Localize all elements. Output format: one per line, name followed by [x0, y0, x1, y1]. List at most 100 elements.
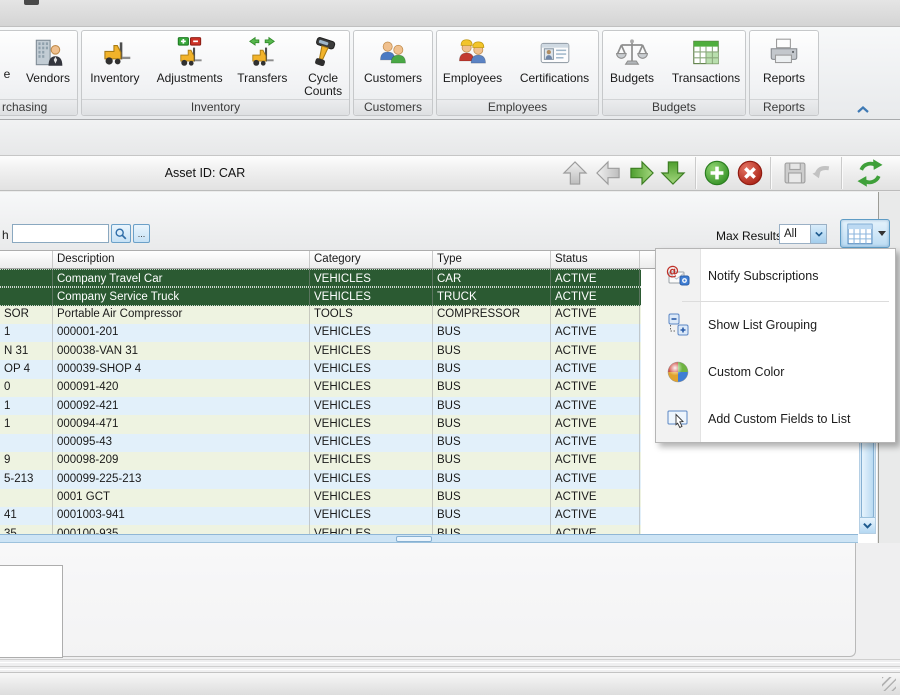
green-spreadsheet-icon — [689, 36, 723, 70]
cell-category: VEHICLES — [310, 360, 433, 378]
cell-type: BUS — [433, 324, 551, 342]
navigate-forward-button[interactable] — [628, 159, 656, 187]
column-header-type[interactable]: Type — [433, 251, 551, 268]
horizontal-scrollbar-thumb[interactable] — [396, 536, 432, 542]
ribbon-button-customers[interactable]: Customers — [358, 34, 428, 85]
window-resize-grip[interactable] — [882, 677, 896, 691]
save-record-button[interactable] — [781, 159, 809, 187]
menu-item-add-custom-fields[interactable]: Add Custom Fields to List — [656, 396, 895, 444]
table-row[interactable]: N 31 000038-VAN 31 VEHICLES BUS ACTIVE — [0, 342, 641, 360]
ribbon-button-adjustments[interactable]: Adjustments — [152, 34, 228, 85]
scroll-down-button[interactable] — [860, 517, 875, 533]
column-header-status[interactable]: Status — [551, 251, 640, 268]
ribbon-button-label: Transfers — [237, 72, 287, 85]
column-header-category[interactable]: Category — [310, 251, 433, 268]
navigate-down-button[interactable] — [659, 159, 687, 187]
cell-assetid — [0, 489, 53, 507]
table-row[interactable]: Company Service Truck VEHICLES TRUCK ACT… — [0, 287, 641, 305]
cell-category: VEHICLES — [310, 270, 433, 286]
save-disk-icon — [781, 159, 809, 187]
navigate-up-button[interactable] — [561, 159, 589, 187]
search-input[interactable] — [12, 224, 109, 243]
table-row[interactable]: 000095-43 VEHICLES BUS ACTIVE — [0, 434, 641, 452]
table-row[interactable]: 0001 GCT VEHICLES BUS ACTIVE — [0, 489, 641, 507]
menu-item-custom-color[interactable]: Custom Color — [656, 348, 895, 396]
table-row[interactable]: 41 0001003-941 VEHICLES BUS ACTIVE — [0, 507, 641, 525]
ribbon-button-transfers[interactable]: Transfers — [231, 34, 293, 85]
cell-description: 0001 GCT — [53, 489, 310, 507]
cell-status: ACTIVE — [551, 306, 640, 324]
ribbon-button-cycle-counts[interactable]: Cycle Counts — [297, 34, 349, 99]
chevron-down-icon — [862, 521, 873, 530]
cell-status: ACTIVE — [551, 470, 640, 488]
add-record-button[interactable] — [703, 159, 731, 187]
ribbon-button-transactions[interactable]: Transactions — [667, 34, 745, 85]
max-results-dropdown[interactable]: All — [779, 224, 827, 244]
grid-table-icon — [847, 223, 873, 245]
cell-assetid: 1 — [0, 397, 53, 415]
table-row[interactable]: SOR Portable Air Compressor TOOLS COMPRE… — [0, 306, 641, 324]
up-arrow-icon — [561, 159, 589, 187]
ribbon: e Vendors rchasing — [0, 27, 900, 120]
table-row[interactable]: 35 000100-935 VEHICLES BUS ACTIVE — [0, 525, 641, 534]
ribbon-button-budgets[interactable]: Budgets — [603, 34, 661, 85]
menu-item-notify-subscriptions[interactable]: @ Notify Subscriptions — [656, 249, 895, 301]
cursor-field-icon — [666, 407, 690, 431]
ribbon-button-inventory[interactable]: Inventory — [82, 34, 148, 85]
navigate-back-button[interactable] — [594, 159, 622, 187]
ribbon-button-label: Reports — [763, 72, 805, 85]
dropdown-arrow-button[interactable] — [810, 225, 826, 243]
search-label-partial: h — [2, 228, 9, 242]
chevron-up-icon — [854, 103, 872, 117]
cell-category: VEHICLES — [310, 415, 433, 433]
undo-button[interactable] — [809, 159, 837, 187]
ribbon-collapse-button[interactable] — [854, 103, 872, 117]
search-options-button[interactable]: ... — [133, 224, 150, 243]
ribbon-group-label: Budgets — [603, 99, 745, 115]
table-row[interactable]: OP 4 000039-SHOP 4 VEHICLES BUS ACTIVE — [0, 360, 641, 378]
column-header-description[interactable]: Description — [53, 251, 310, 268]
table-row[interactable]: 1 000001-201 VEHICLES BUS ACTIVE — [0, 324, 641, 342]
ribbon-button-certifications[interactable]: Certifications — [513, 34, 597, 85]
list-options-button[interactable] — [840, 219, 890, 248]
ribbon-group-label: Employees — [437, 99, 598, 115]
panel-gap — [0, 120, 900, 155]
table-row[interactable]: 0 000091-420 VEHICLES BUS ACTIVE — [0, 379, 641, 397]
cell-description: 000098-209 — [53, 452, 310, 470]
table-row[interactable]: 9 000098-209 VEHICLES BUS ACTIVE — [0, 452, 641, 470]
cell-description: 000094-471 — [53, 415, 310, 433]
menu-item-show-list-grouping[interactable]: Show List Grouping — [656, 302, 895, 348]
ribbon-button-label: Adjustments — [157, 72, 223, 85]
table-row[interactable]: Company Travel Car VEHICLES CAR ACTIVE — [0, 269, 641, 287]
magnifier-icon — [114, 227, 128, 241]
cell-category: VEHICLES — [310, 324, 433, 342]
email-notification-icon: @ — [666, 263, 690, 287]
cell-assetid — [0, 270, 53, 286]
left-arrow-icon — [594, 159, 622, 187]
column-header-assetid[interactable] — [0, 251, 53, 268]
ribbon-group-label: Reports — [750, 99, 818, 115]
cell-status: ACTIVE — [551, 415, 640, 433]
forklift-arrows-icon — [245, 36, 279, 70]
toolbar-separator — [770, 157, 771, 189]
cell-description: Portable Air Compressor — [53, 306, 310, 324]
toolbar-separator — [841, 157, 842, 189]
undo-arrow-icon — [809, 159, 837, 187]
refresh-button[interactable] — [855, 158, 885, 188]
delete-record-button[interactable] — [736, 159, 764, 187]
cell-description: 000039-SHOP 4 — [53, 360, 310, 378]
horizontal-scrollbar[interactable] — [0, 534, 858, 543]
ribbon-button-employees[interactable]: Employees — [439, 34, 507, 85]
table-row[interactable]: 5-213 000099-225-213 VEHICLES BUS ACTIVE — [0, 470, 641, 488]
window-top-strip — [0, 0, 900, 27]
cell-category: VEHICLES — [310, 507, 433, 525]
cell-category: VEHICLES — [310, 470, 433, 488]
table-row[interactable]: 1 000094-471 VEHICLES BUS ACTIVE — [0, 415, 641, 433]
ribbon-button-reports[interactable]: Reports — [754, 34, 814, 85]
detail-panel-frame — [0, 543, 856, 657]
ribbon-button-vendors[interactable]: Vendors — [17, 34, 79, 85]
table-row[interactable]: 1 000092-421 VEHICLES BUS ACTIVE — [0, 397, 641, 415]
ribbon-button-cutoff[interactable]: e — [0, 68, 14, 81]
cell-category: VEHICLES — [310, 525, 433, 534]
search-button[interactable] — [111, 224, 131, 243]
